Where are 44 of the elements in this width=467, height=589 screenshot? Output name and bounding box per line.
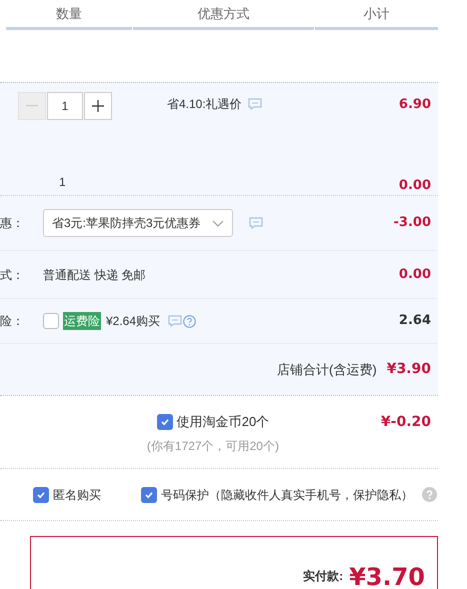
chat-icon[interactable] <box>248 98 262 110</box>
checkbox[interactable] <box>43 313 59 329</box>
help-icon[interactable] <box>183 314 196 328</box>
coin-amount: ¥-0.20 <box>380 413 432 432</box>
shop-total: ¥3.90 <box>386 360 431 379</box>
chevron-down-icon <box>212 220 224 226</box>
checkmark-icon <box>160 416 170 427</box>
help-icon[interactable] <box>422 487 437 502</box>
discount-text: 省4.10:礼遇价 <box>167 96 242 113</box>
coin-note: (你有1727个，可用20个) <box>146 438 279 454</box>
checkbox[interactable] <box>156 414 173 430</box>
checkmark-icon <box>144 490 154 500</box>
coupon-amount: -3.00 <box>394 214 432 232</box>
insurance-amount: 2.64 <box>398 312 432 330</box>
chat-icon[interactable] <box>249 217 263 229</box>
quantity-field[interactable]: 1 <box>47 92 83 120</box>
insurance-price: ¥2.64购买 <box>106 313 160 330</box>
delivery-method: 普通配送 快递 免邮 <box>43 266 146 284</box>
delivery-amount: 0.00 <box>398 266 432 284</box>
coupon-select[interactable]: 省3元:苹果防摔壳3元优惠券 <box>43 209 233 237</box>
payment-label: 实付款: <box>303 568 344 585</box>
gift-quantity: 1 <box>59 174 67 191</box>
payment-amount: ¥3.70 <box>349 562 425 589</box>
subtotal: 0.00 <box>398 176 431 194</box>
column-header: 数量 <box>56 4 82 23</box>
field-label: 险： <box>0 313 25 330</box>
checkmark-icon <box>36 490 46 500</box>
chat-icon[interactable] <box>168 315 182 327</box>
minus-icon <box>26 105 38 107</box>
subtotal: 6.90 <box>398 96 431 114</box>
coin-label: 使用淘金币20个 <box>176 413 270 431</box>
shop-total-label: 店铺合计(含运费) <box>277 360 377 379</box>
column-header: 小计 <box>364 4 390 23</box>
insurance-badge: 运费险 <box>63 312 101 330</box>
field-label: 惠： <box>0 215 25 232</box>
field-label: 式： <box>0 266 25 284</box>
checkbox[interactable] <box>33 486 49 502</box>
checkbox[interactable] <box>141 486 157 502</box>
increase-button[interactable] <box>84 92 112 120</box>
plus-icon <box>91 99 105 113</box>
option-label: 号码保护（隐藏收件人真实手机号，保护隐私） <box>161 486 413 504</box>
option-label: 匿名购买 <box>53 486 101 504</box>
decrease-button[interactable] <box>18 92 46 120</box>
column-header: 优惠方式 <box>198 4 250 23</box>
